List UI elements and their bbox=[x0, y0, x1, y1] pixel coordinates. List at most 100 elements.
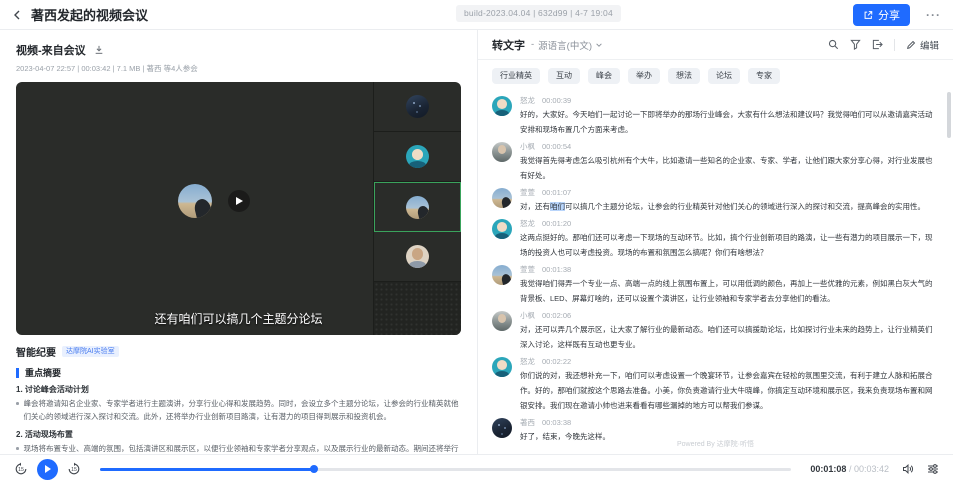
speaker-name: 小枫 bbox=[520, 141, 535, 152]
chevron-left-icon bbox=[12, 10, 22, 20]
skip-forward-15-button[interactable]: 15 bbox=[67, 462, 81, 476]
back-button[interactable] bbox=[12, 10, 22, 20]
scrollbar-thumb[interactable] bbox=[947, 92, 951, 138]
speaker-avatar bbox=[492, 311, 512, 331]
participant-tile[interactable] bbox=[374, 232, 461, 282]
source-language-selector[interactable]: 源语言(中文) bbox=[538, 38, 603, 52]
participant-tile[interactable] bbox=[374, 132, 461, 182]
share-icon bbox=[863, 10, 873, 20]
play-icon bbox=[45, 465, 51, 473]
more-menu-button[interactable]: ··· bbox=[926, 8, 941, 22]
message-timestamp[interactable]: 00:01:20 bbox=[542, 219, 571, 228]
message-text[interactable]: 对，还可以弄几个展示区，让大家了解行业的最新动态。咱们还可以搞援助论坛，比如探讨… bbox=[520, 322, 939, 352]
participant-avatar bbox=[406, 245, 429, 268]
svg-text:15: 15 bbox=[71, 467, 77, 473]
build-info-badge: build-2023.04.04 | 632d99 | 4-7 19:04 bbox=[456, 5, 621, 22]
participant-tile-active[interactable] bbox=[374, 182, 461, 232]
page-title: 著西发起的视频会议 bbox=[31, 5, 148, 24]
video-file-title: 视频-来自会议 bbox=[16, 42, 86, 58]
powered-by-label: Powered By 达摩院·听悟 bbox=[478, 439, 953, 449]
keyword-chip[interactable]: 论坛 bbox=[708, 68, 740, 84]
play-button[interactable] bbox=[37, 459, 58, 480]
smart-summary-title: 智能纪要 bbox=[16, 344, 56, 359]
message-text[interactable]: 这两点挺好的。那咱们还可以考虑一下现场的互动环节。比如，搞个行业创新项目的路演，… bbox=[520, 230, 939, 260]
source-language-label: 源语言(中文) bbox=[538, 38, 592, 52]
bullet-dot bbox=[16, 447, 19, 450]
speaker-name: 怒龙 bbox=[520, 218, 535, 229]
speaker-name: 怒龙 bbox=[520, 356, 535, 367]
progress-bar[interactable] bbox=[100, 468, 791, 471]
message-text[interactable]: 我觉得咱们得弄一个专业一点、高端一点的线上氛围布置上，可以用低调的颜色，再加上一… bbox=[520, 276, 939, 306]
export-icon[interactable] bbox=[872, 39, 883, 50]
video-subtitle: 还有咱们可以搞几个主题分论坛 bbox=[16, 310, 461, 327]
speaker-avatar bbox=[492, 265, 512, 285]
play-icon bbox=[236, 197, 243, 205]
message-timestamp[interactable]: 00:01:38 bbox=[542, 265, 571, 274]
time-display: 00:01:08 / 00:03:42 bbox=[810, 464, 889, 474]
filter-icon[interactable] bbox=[850, 39, 861, 50]
keyword-chip[interactable]: 想法 bbox=[668, 68, 700, 84]
edit-button[interactable]: 编辑 bbox=[906, 38, 939, 52]
video-file-meta: 2023-04-07 22:57 | 00:03:42 | 7.1 MB | 著… bbox=[16, 63, 461, 74]
download-icon[interactable] bbox=[94, 45, 104, 55]
speaker-name: 小枫 bbox=[520, 310, 535, 321]
message-text[interactable]: 好的，大家好。今天咱们一起讨论一下即将举办的那场行业峰会，大家有什么想法和建议吗… bbox=[520, 107, 939, 137]
message-timestamp[interactable]: 00:01:07 bbox=[542, 188, 571, 197]
main-speaker-avatar bbox=[178, 184, 212, 218]
transcript-message: 怒龙 00:01:20 这两点挺好的。那咱们还可以考虑一下现场的互动环节。比如，搞个… bbox=[492, 218, 939, 260]
message-timestamp[interactable]: 00:02:06 bbox=[542, 311, 571, 320]
summary-item-heading: 2. 活动现场布置 bbox=[16, 429, 461, 440]
speaker-avatar bbox=[492, 188, 512, 208]
speaker-avatar bbox=[492, 96, 512, 116]
transcript-message: 萱萱 00:01:07 对，还有咱们可以搞几个主题分论坛，让参会的行业精英针对他们关… bbox=[492, 187, 939, 214]
summary-item: 1. 讨论峰会活动计划峰会将邀请知名企业家、专家学者进行主题演讲，分享行业心得和… bbox=[16, 384, 461, 423]
transcript-message: 萱萱 00:01:38 我觉得咱们得弄一个专业一点、高端一点的线上氛围布置上，可以用… bbox=[492, 264, 939, 306]
bullet-dot bbox=[16, 402, 19, 405]
edit-button-label: 编辑 bbox=[920, 38, 939, 52]
message-text[interactable]: 我觉得首先得考虑怎么吸引杭州有个大牛，比如邀请一些知名的企业家、专家、学者，让他… bbox=[520, 153, 939, 183]
transcript-message: 小枫 00:02:06 对，还可以弄几个展示区，让大家了解行业的最新动态。咱们还可以… bbox=[492, 310, 939, 352]
search-icon[interactable] bbox=[828, 39, 839, 50]
message-timestamp[interactable]: 00:00:39 bbox=[542, 96, 571, 105]
edit-pencil-icon bbox=[906, 40, 916, 50]
keyword-chip[interactable]: 峰会 bbox=[588, 68, 620, 84]
progress-handle[interactable] bbox=[310, 465, 318, 473]
keyword-chip[interactable]: 专家 bbox=[748, 68, 780, 84]
participant-strip bbox=[373, 82, 461, 335]
participant-avatar bbox=[406, 145, 429, 168]
keyword-chip[interactable]: 互动 bbox=[548, 68, 580, 84]
transcript-message: 小枫 00:00:54 我觉得首先得考虑怎么吸引杭州有个大牛，比如邀请一些知名的企业… bbox=[492, 141, 939, 183]
svg-text:15: 15 bbox=[18, 467, 24, 473]
ai-lab-badge: 达摩院AI实验室 bbox=[62, 346, 119, 357]
video-player[interactable]: 还有咱们可以搞几个主题分论坛 bbox=[16, 82, 461, 335]
current-time: 00:01:08 bbox=[810, 464, 846, 474]
speaker-name: 怒龙 bbox=[520, 95, 535, 106]
meeting-video-app: 著西发起的视频会议 build-2023.04.04 | 632d99 | 4-… bbox=[0, 0, 953, 484]
skip-back-15-button[interactable]: 15 bbox=[14, 462, 28, 476]
playback-settings-icon[interactable] bbox=[927, 463, 939, 475]
transcript-list: 怒龙 00:00:39 好的，大家好。今天咱们一起讨论一下即将举办的那场行业峰会，大… bbox=[478, 89, 953, 454]
participant-avatar bbox=[406, 196, 429, 219]
total-time: 00:03:42 bbox=[854, 464, 889, 474]
keyword-chip[interactable]: 举办 bbox=[628, 68, 660, 84]
speaker-name: 萱萱 bbox=[520, 264, 535, 275]
toolbar-divider bbox=[894, 39, 895, 51]
message-timestamp[interactable]: 00:03:38 bbox=[542, 418, 571, 427]
chevron-down-icon bbox=[595, 41, 603, 49]
video-play-overlay-button[interactable] bbox=[228, 190, 250, 212]
share-button[interactable]: 分享 bbox=[853, 4, 910, 26]
message-text[interactable]: 对，还有咱们可以搞几个主题分论坛，让参会的行业精英针对他们关心的领域进行深入的探… bbox=[520, 199, 939, 214]
speaker-avatar bbox=[492, 142, 512, 162]
keyword-chip[interactable]: 行业精英 bbox=[492, 68, 540, 84]
video-panel: 视频-来自会议 2023-04-07 22:57 | 00:03:42 | 7.… bbox=[0, 30, 477, 454]
volume-icon[interactable] bbox=[902, 463, 914, 475]
transcript-message: 怒龙 00:02:22 你们说的对，我还想补充一下，咱们可以考虑设置一个晚宴环节，让… bbox=[492, 356, 939, 413]
message-text[interactable]: 你们说的对，我还想补充一下，咱们可以考虑设置一个晚宴环节，让参会嘉宾在轻松的氛围… bbox=[520, 368, 939, 413]
message-timestamp[interactable]: 00:00:54 bbox=[542, 142, 571, 151]
message-timestamp[interactable]: 00:02:22 bbox=[542, 357, 571, 366]
transcript-message: 怒龙 00:00:39 好的，大家好。今天咱们一起讨论一下即将举办的那场行业峰会，大… bbox=[492, 95, 939, 137]
title-dash: - bbox=[531, 39, 534, 50]
participant-avatar bbox=[406, 95, 429, 118]
participant-tile[interactable] bbox=[374, 82, 461, 132]
speaker-name: 萱萱 bbox=[520, 187, 535, 198]
